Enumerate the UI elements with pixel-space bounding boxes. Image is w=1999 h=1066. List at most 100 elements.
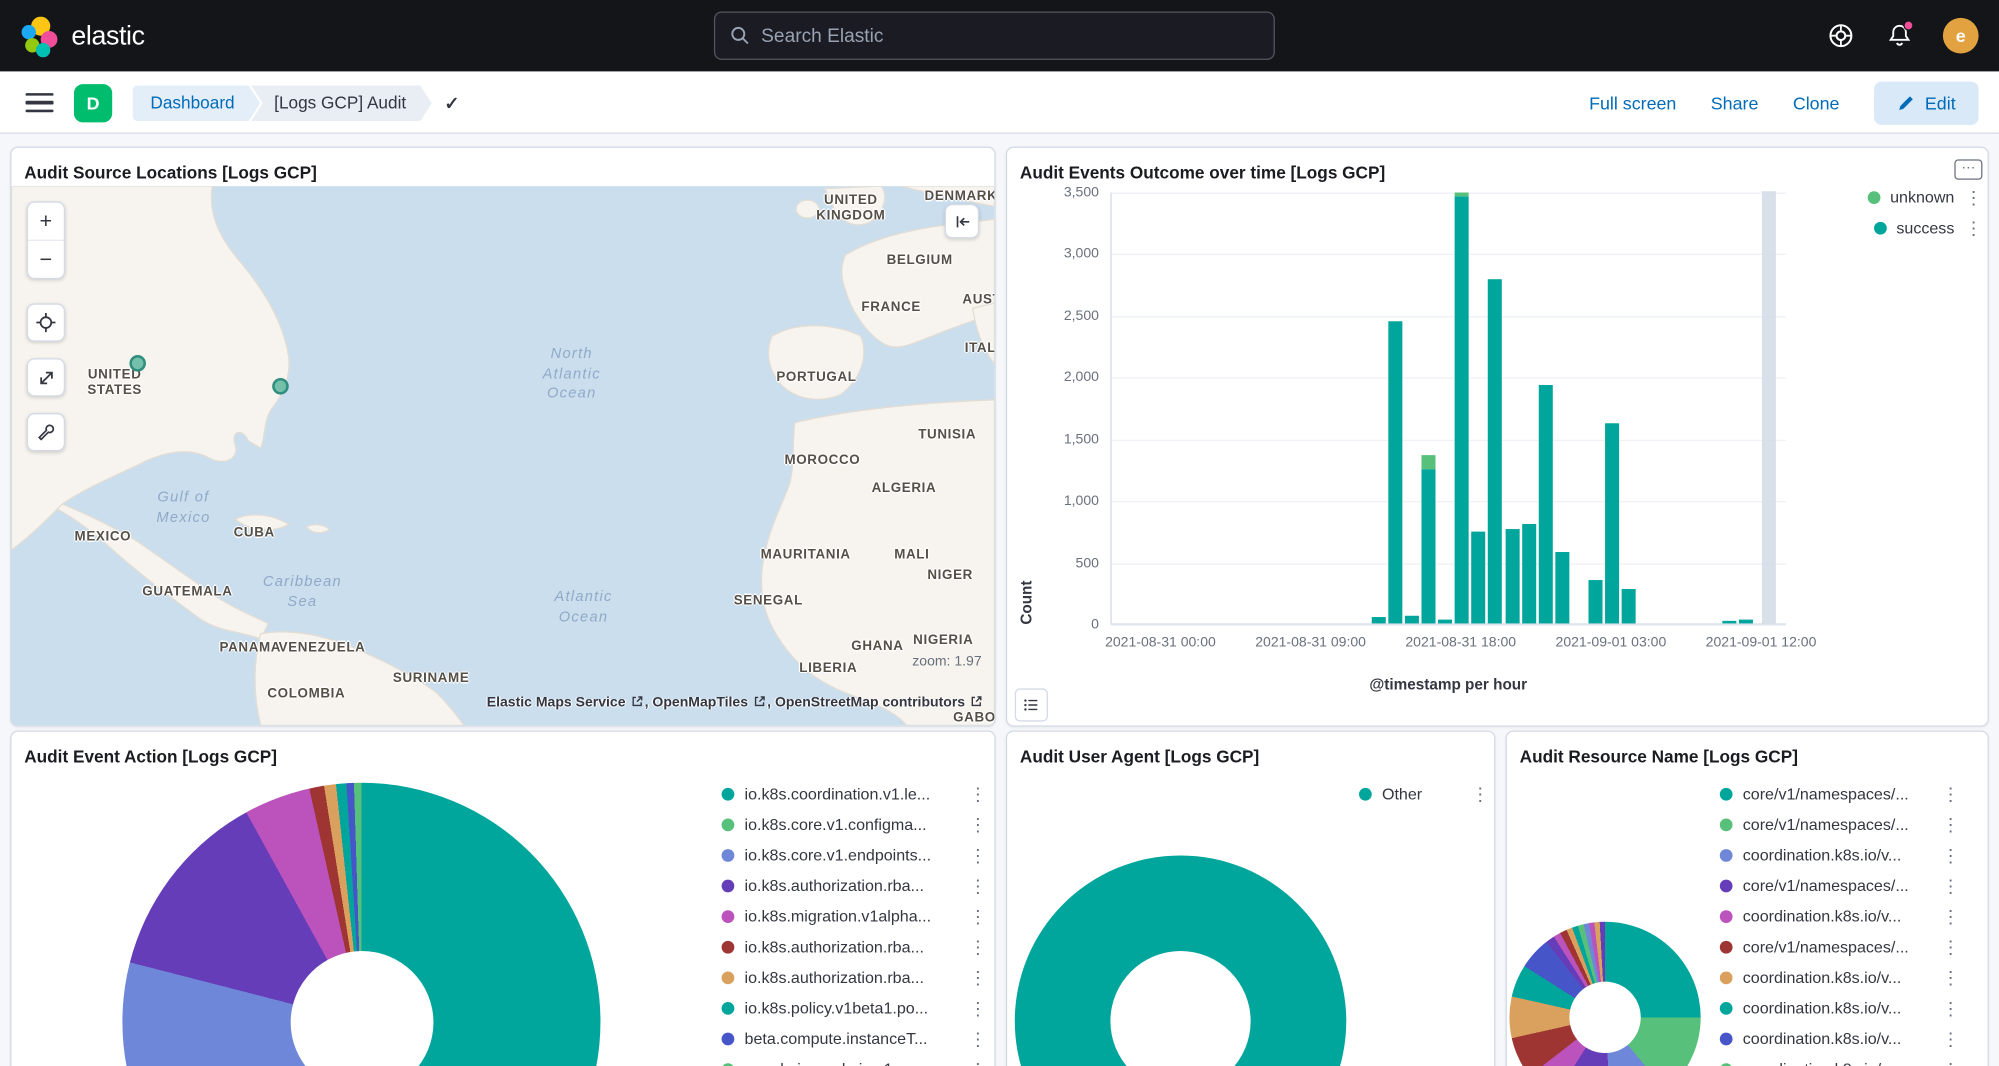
legend-item[interactable]: coordination.k8s.io/v...⋮ bbox=[1720, 999, 1960, 1017]
bar-success[interactable] bbox=[1472, 532, 1486, 623]
resource-name-donut-chart[interactable] bbox=[1509, 922, 1700, 1066]
legend-toggle-button[interactable] bbox=[1015, 688, 1048, 721]
legend-item[interactable]: io.k8s.core.v1.endpoints...⋮ bbox=[722, 847, 987, 865]
legend-item[interactable]: unknown⋮ bbox=[1867, 189, 1982, 207]
legend-actions-button[interactable]: ⋮ bbox=[1942, 788, 1960, 801]
legend-actions-button[interactable]: ⋮ bbox=[1965, 222, 1983, 235]
map-data-marker[interactable] bbox=[130, 355, 147, 372]
bar-success[interactable] bbox=[1372, 617, 1386, 623]
set-view-crosshair-button[interactable] bbox=[27, 303, 65, 341]
map-canvas[interactable]: UNITED KINGDOMDENMARKBELGIUMFRANCEAUSTRI… bbox=[11, 186, 994, 725]
bar-success[interactable] bbox=[1455, 196, 1469, 623]
donut-hole bbox=[1110, 951, 1250, 1066]
event-action-donut-chart[interactable] bbox=[122, 783, 600, 1066]
legend-actions-button[interactable]: ⋮ bbox=[969, 1002, 987, 1015]
help-icon[interactable] bbox=[1826, 20, 1857, 51]
legend-actions-button[interactable]: ⋮ bbox=[969, 880, 987, 893]
collapse-legend-icon[interactable] bbox=[945, 204, 979, 238]
user-avatar[interactable]: e bbox=[1943, 18, 1979, 54]
map-attribution-link[interactable]: OpenMapTiles bbox=[652, 695, 748, 710]
breadcrumb-current-page[interactable]: [Logs GCP] Audit bbox=[251, 85, 431, 121]
bar-success[interactable] bbox=[1488, 279, 1502, 623]
bar-success[interactable] bbox=[1605, 423, 1619, 623]
legend-actions-button[interactable]: ⋮ bbox=[1471, 788, 1489, 801]
legend-item[interactable]: io.k8s.authorization.rba...⋮ bbox=[722, 877, 987, 895]
full-screen-button[interactable]: Full screen bbox=[1589, 92, 1676, 112]
bar-success[interactable] bbox=[1555, 552, 1569, 624]
legend-item[interactable]: coordination.k8s.io/v...⋮ bbox=[1720, 1030, 1960, 1048]
edit-button[interactable]: Edit bbox=[1874, 81, 1979, 124]
legend-item[interactable]: coordination.k8s.io/v...⋮ bbox=[1720, 847, 1960, 865]
breadcrumb-dashboard[interactable]: Dashboard bbox=[133, 85, 261, 121]
bar-success[interactable] bbox=[1588, 580, 1602, 623]
legend-actions-button[interactable]: ⋮ bbox=[969, 849, 987, 862]
elastic-brand[interactable]: elastic bbox=[20, 17, 144, 58]
bar-success[interactable] bbox=[1538, 385, 1552, 623]
bar-success[interactable] bbox=[1722, 621, 1736, 623]
bar-success[interactable] bbox=[1438, 620, 1452, 624]
x-axis-title: @timestamp per hour bbox=[1110, 676, 1786, 694]
legend-item[interactable]: coordination.k8s.io/v...⋮ bbox=[1720, 969, 1960, 987]
legend-item[interactable]: coordination.k8s.io/v...⋮ bbox=[1720, 908, 1960, 926]
legend-actions-button[interactable]: ⋮ bbox=[969, 788, 987, 801]
legend-actions-button[interactable]: ⋮ bbox=[1942, 818, 1960, 831]
panel-options-button[interactable]: ⋯ bbox=[1954, 159, 1982, 179]
legend-item[interactable]: io.k8s.core.v1.configma...⋮ bbox=[722, 816, 987, 834]
legend-item[interactable]: io.k8s.authorization.rba...⋮ bbox=[722, 969, 987, 987]
legend-actions-button[interactable]: ⋮ bbox=[1942, 849, 1960, 862]
legend-item[interactable]: Other⋮ bbox=[1359, 785, 1489, 803]
legend-item[interactable]: core/v1/namespaces/...⋮ bbox=[1720, 938, 1960, 956]
bar-success[interactable] bbox=[1522, 523, 1536, 623]
map-attribution-link[interactable]: Elastic Maps Service bbox=[487, 695, 626, 710]
legend-item[interactable]: coordination.k8s.io/...⋮ bbox=[1720, 1061, 1960, 1066]
legend-actions-button[interactable]: ⋮ bbox=[1942, 971, 1960, 984]
notifications-bell-icon[interactable] bbox=[1884, 20, 1915, 51]
legend-item[interactable]: google.iam.admin.v1...⋮ bbox=[722, 1061, 987, 1066]
legend-color-dot bbox=[722, 849, 735, 862]
legend-item[interactable]: core/v1/namespaces/...⋮ bbox=[1720, 816, 1960, 834]
bar-unknown[interactable] bbox=[1455, 192, 1469, 196]
legend-actions-button[interactable]: ⋮ bbox=[1965, 191, 1983, 204]
legend-actions-button[interactable]: ⋮ bbox=[969, 910, 987, 923]
legend-actions-button[interactable]: ⋮ bbox=[1942, 941, 1960, 954]
bar-success[interactable] bbox=[1739, 619, 1753, 623]
legend-actions-button[interactable]: ⋮ bbox=[1942, 1033, 1960, 1046]
legend-item[interactable]: io.k8s.policy.v1beta1.po...⋮ bbox=[722, 999, 987, 1017]
bar-success[interactable] bbox=[1388, 321, 1402, 624]
legend-item[interactable]: io.k8s.migration.v1alpha... ⋮ bbox=[722, 908, 987, 926]
space-badge[interactable]: D bbox=[74, 84, 112, 122]
search-input[interactable] bbox=[761, 25, 1258, 47]
legend-color-dot bbox=[1720, 880, 1733, 893]
legend-actions-button[interactable]: ⋮ bbox=[1942, 1002, 1960, 1015]
legend-actions-button[interactable]: ⋮ bbox=[969, 941, 987, 954]
legend-item[interactable]: beta.compute.instanceT...⋮ bbox=[722, 1030, 987, 1048]
bar-success[interactable] bbox=[1422, 469, 1436, 623]
map-data-marker[interactable] bbox=[273, 377, 290, 394]
user-agent-donut-chart[interactable] bbox=[1015, 855, 1346, 1066]
legend-item[interactable]: core/v1/namespaces/...⋮ bbox=[1720, 877, 1960, 895]
bar-success[interactable] bbox=[1405, 616, 1419, 623]
share-button[interactable]: Share bbox=[1711, 92, 1759, 112]
legend-actions-button[interactable]: ⋮ bbox=[969, 1033, 987, 1046]
legend-item[interactable]: success⋮ bbox=[1873, 219, 1982, 237]
menu-icon[interactable] bbox=[25, 93, 53, 112]
legend-label: io.k8s.migration.v1alpha... bbox=[745, 908, 959, 926]
legend-actions-button[interactable]: ⋮ bbox=[1942, 880, 1960, 893]
zoom-in-button[interactable]: + bbox=[28, 203, 64, 241]
map-attribution-link[interactable]: OpenStreetMap contributors bbox=[775, 695, 965, 710]
bar-success[interactable] bbox=[1622, 589, 1636, 624]
legend-actions-button[interactable]: ⋮ bbox=[969, 818, 987, 831]
legend-actions-button[interactable]: ⋮ bbox=[969, 971, 987, 984]
bar-unknown[interactable] bbox=[1422, 456, 1436, 470]
map-tools-wrench-icon[interactable] bbox=[27, 413, 65, 451]
legend-item[interactable]: io.k8s.coordination.v1.le...⋮ bbox=[722, 785, 987, 803]
zoom-out-button[interactable]: − bbox=[28, 241, 64, 278]
legend-item[interactable]: io.k8s.authorization.rba...⋮ bbox=[722, 938, 987, 956]
clone-button[interactable]: Clone bbox=[1793, 92, 1840, 112]
global-search[interactable] bbox=[714, 11, 1275, 59]
fit-to-data-expand-icon[interactable] bbox=[27, 358, 65, 396]
legend-item[interactable]: core/v1/namespaces/...⋮ bbox=[1720, 785, 1960, 803]
legend-actions-button[interactable]: ⋮ bbox=[1942, 910, 1960, 923]
bar-success[interactable] bbox=[1505, 530, 1519, 624]
checkmark-icon[interactable]: ✓ bbox=[444, 92, 459, 114]
